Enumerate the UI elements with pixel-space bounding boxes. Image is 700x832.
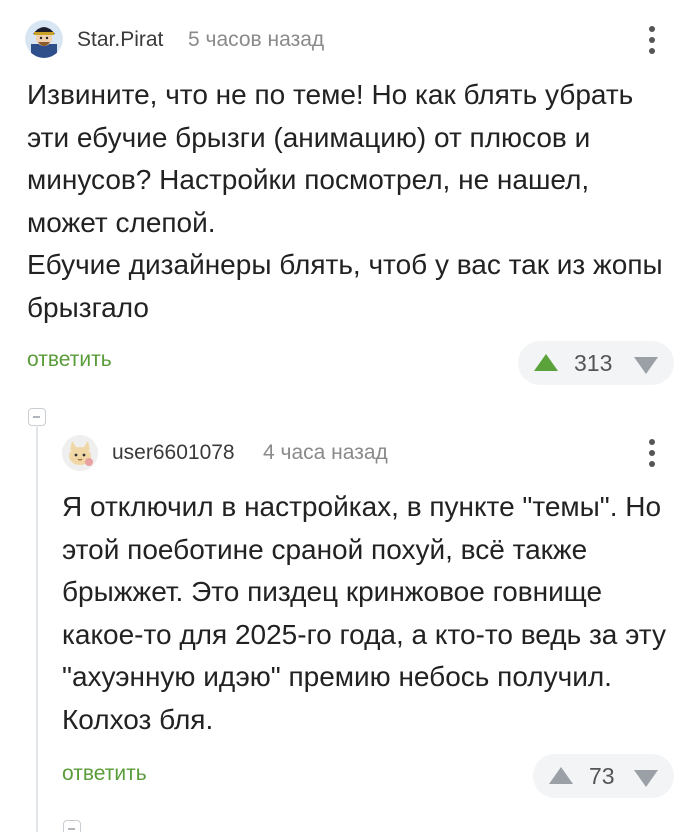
vote-widget: 73 bbox=[533, 754, 674, 798]
comment-author[interactable]: user6601078 bbox=[112, 441, 235, 465]
comment-header: Star.Pirat 5 часов назад bbox=[25, 20, 675, 60]
comment-body: Я отключил в настройках, в пункте "темы"… bbox=[62, 491, 674, 735]
upvote-arrow-icon[interactable] bbox=[534, 354, 558, 371]
comment-body: Извините, что не по теме! Но как блять у… bbox=[27, 79, 663, 323]
reply-button[interactable]: ответить bbox=[27, 348, 112, 372]
comment-author[interactable]: Star.Pirat bbox=[77, 28, 163, 52]
comment-score: 313 bbox=[574, 350, 613, 376]
reply-button[interactable]: ответить bbox=[62, 762, 147, 786]
more-options-icon[interactable] bbox=[640, 23, 664, 57]
vote-widget: 313 bbox=[518, 341, 674, 385]
upvote-arrow-icon[interactable] bbox=[549, 767, 573, 784]
comment-timestamp: 5 часов назад bbox=[188, 28, 325, 51]
comment-timestamp: 4 часа назад bbox=[263, 441, 388, 464]
collapse-thread-button[interactable] bbox=[63, 820, 81, 832]
comment-score: 73 bbox=[589, 763, 615, 789]
pirate-avatar-icon[interactable] bbox=[25, 20, 63, 58]
cat-avatar-icon[interactable] bbox=[62, 435, 98, 471]
downvote-arrow-icon[interactable] bbox=[634, 770, 658, 787]
downvote-arrow-icon[interactable] bbox=[634, 357, 658, 374]
thread-line[interactable] bbox=[36, 425, 38, 832]
comments-page: Star.Pirat 5 часов назад Извините, что н… bbox=[0, 0, 700, 832]
collapse-thread-button[interactable] bbox=[28, 408, 46, 426]
more-options-icon[interactable] bbox=[640, 436, 664, 470]
